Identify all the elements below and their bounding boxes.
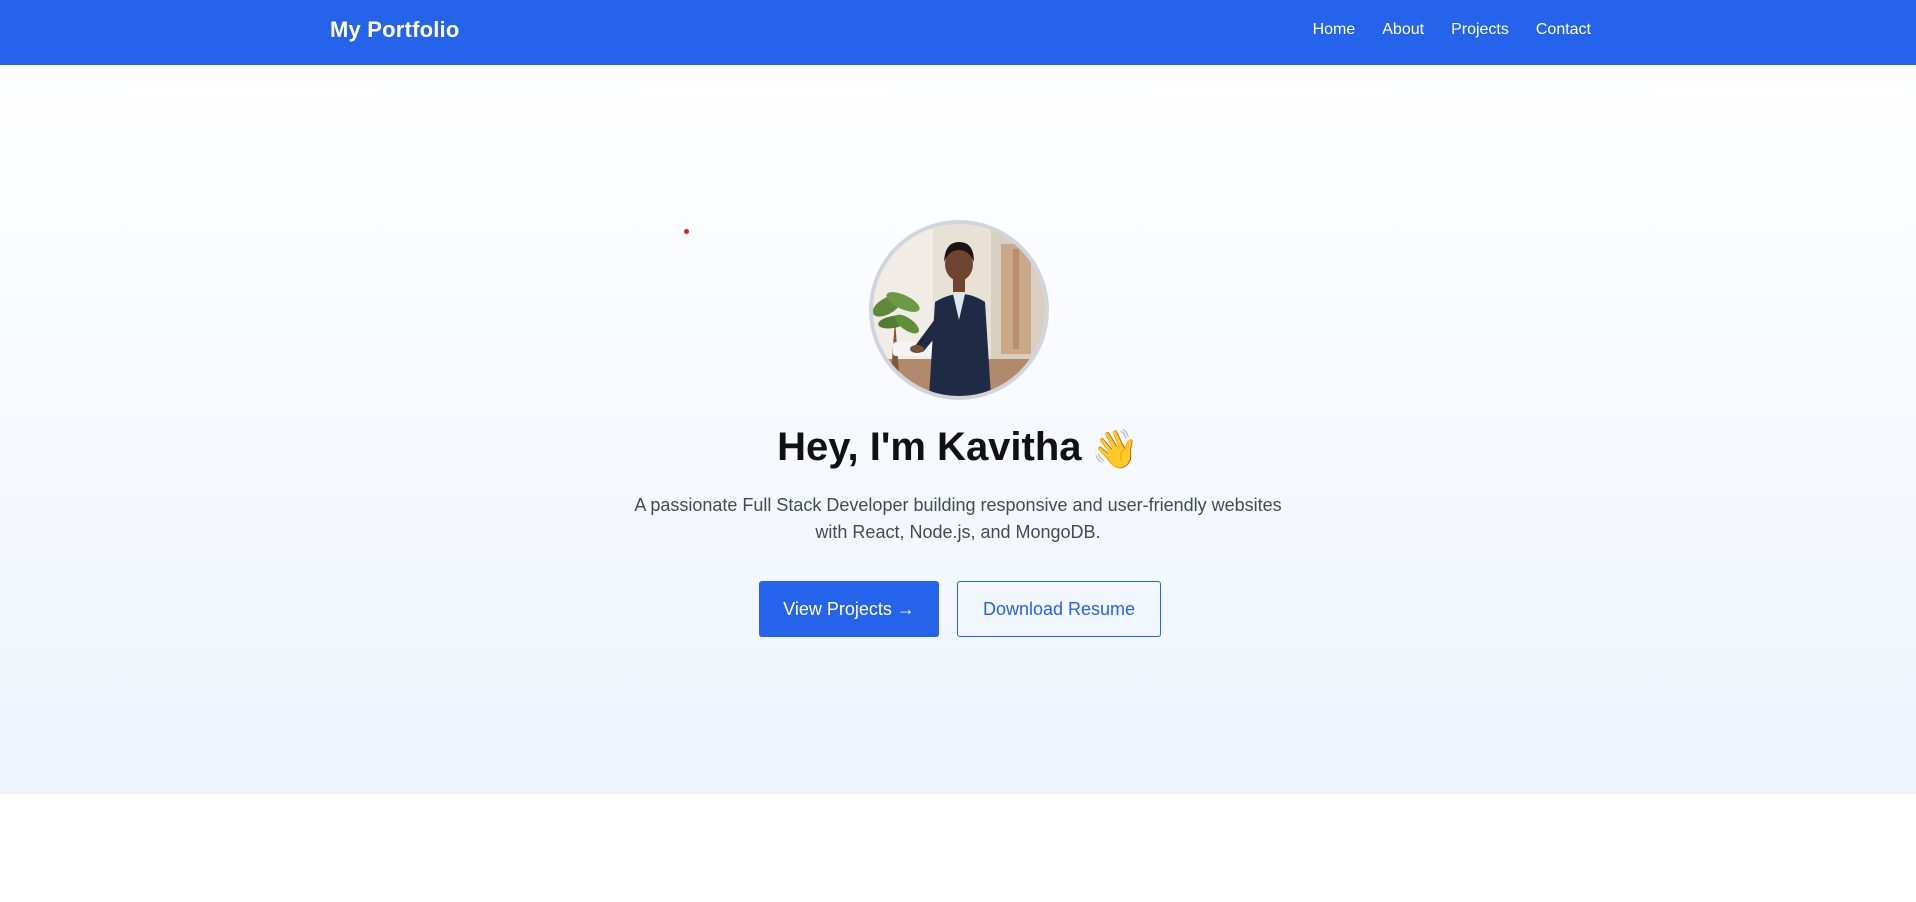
nav-link-about[interactable]: About [1382,21,1424,39]
profile-photo-graphic [873,224,1045,396]
cursor-dot [684,229,689,234]
view-projects-button[interactable]: View Projects → [759,581,939,637]
waving-hand-icon: 👋 [1091,429,1139,471]
nav-link-contact[interactable]: Contact [1536,21,1591,39]
brand-logo[interactable]: My Portfolio [330,17,460,43]
hero-title: Hey, I'm Kavitha 👋 [0,425,1916,472]
nav-link-projects[interactable]: Projects [1451,21,1509,39]
download-resume-button[interactable]: Download Resume [957,581,1161,637]
nav-links: Home About Projects Contact [1313,21,1591,39]
navbar: My Portfolio Home About Projects Contact [0,0,1916,65]
hero-description: A passionate Full Stack Developer buildi… [634,495,1282,542]
nav-link-home[interactable]: Home [1313,21,1356,39]
profile-photo [869,220,1049,400]
hero-title-text: Hey, I'm Kavitha [777,425,1082,469]
